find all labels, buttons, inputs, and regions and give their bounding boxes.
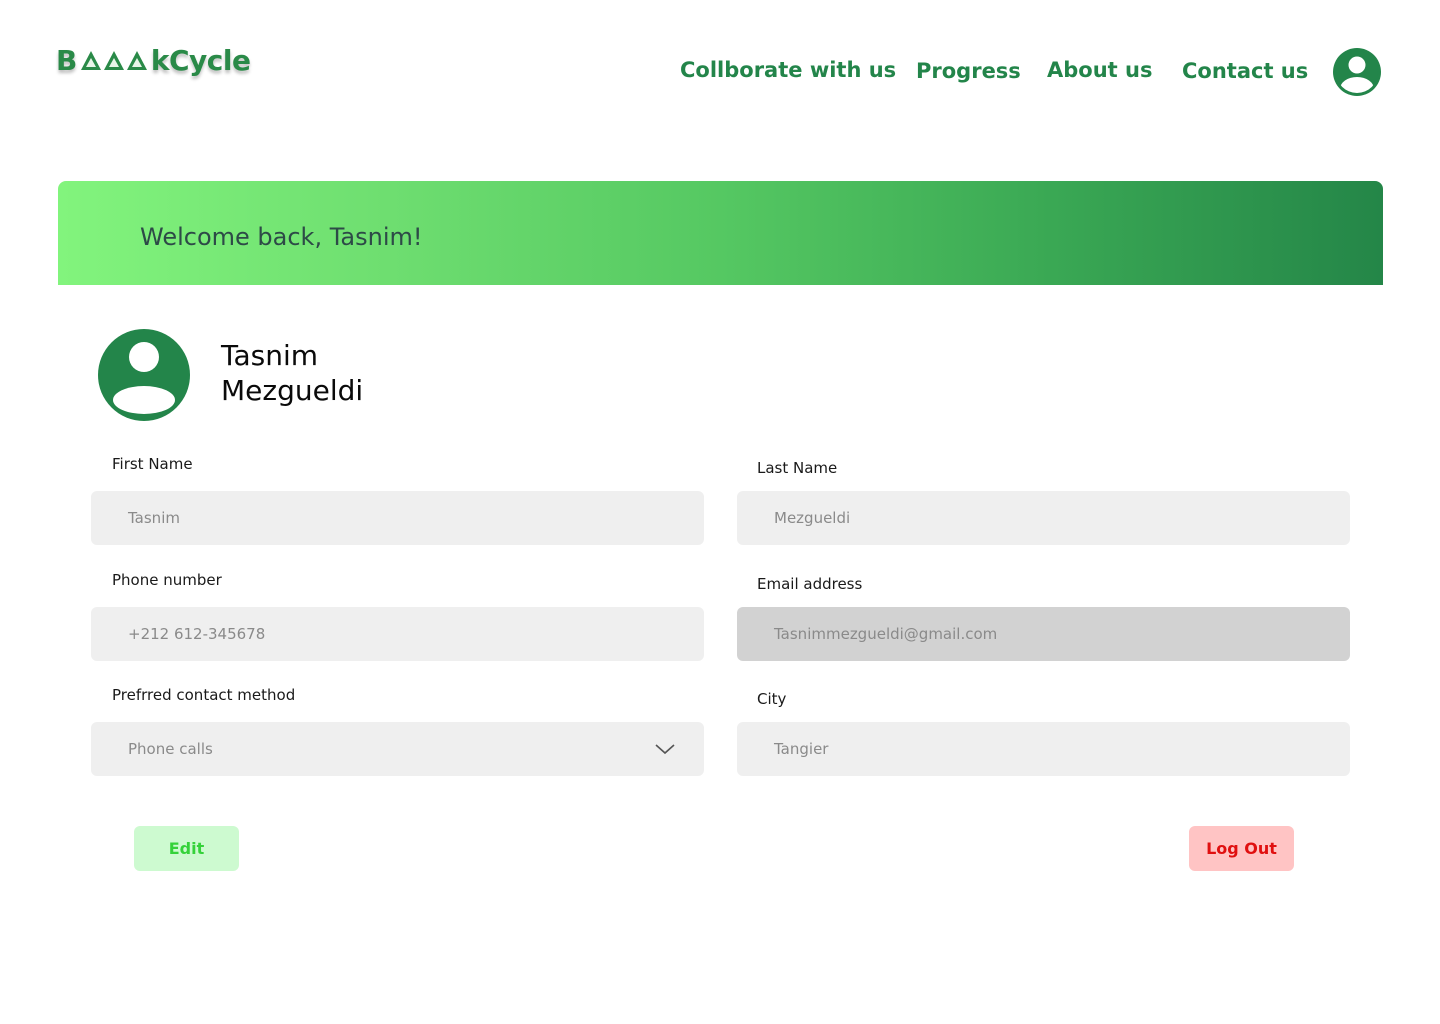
- logout-button[interactable]: Log Out: [1189, 826, 1294, 871]
- last-name-field[interactable]: Mezgueldi: [737, 491, 1350, 545]
- contact-method-label: Prefrred contact method: [112, 686, 296, 704]
- welcome-banner: Welcome back, Tasnim!: [58, 181, 1383, 285]
- first-name-label: First Name: [112, 455, 193, 473]
- profile-avatar: [97, 328, 191, 422]
- edit-button[interactable]: Edit: [134, 826, 239, 871]
- phone-label: Phone number: [112, 571, 222, 589]
- phone-field[interactable]: +212 612-345678: [91, 607, 704, 661]
- first-name-field[interactable]: Tasnim: [91, 491, 704, 545]
- email-field[interactable]: Tasnimmezgueldi@gmail.com: [737, 607, 1350, 661]
- user-circle-icon: [98, 329, 190, 421]
- nav-contact[interactable]: Contact us: [1182, 59, 1308, 83]
- profile-name: Tasnim Mezgueldi: [221, 338, 363, 408]
- logo-prefix: B: [56, 44, 77, 77]
- brand-logo[interactable]: B kCycle: [56, 44, 251, 77]
- last-name-label: Last Name: [757, 459, 838, 477]
- profile-first-name: Tasnim: [221, 339, 319, 372]
- profile-last-name: Mezgueldi: [221, 374, 364, 407]
- nav-collaborate[interactable]: Collborate with us: [680, 58, 896, 82]
- city-label: City: [757, 690, 787, 708]
- profile-menu-button[interactable]: [1331, 46, 1383, 98]
- email-label: Email address: [757, 575, 863, 593]
- chevron-down-icon: [655, 744, 675, 755]
- logo-suffix: kCycle: [150, 44, 251, 77]
- welcome-message: Welcome back, Tasnim!: [140, 223, 423, 251]
- recycle-icon: [80, 49, 149, 73]
- nav-about[interactable]: About us: [1047, 58, 1152, 82]
- city-field[interactable]: Tangier: [737, 722, 1350, 776]
- user-circle-icon: [1333, 48, 1381, 96]
- contact-method-value: Phone calls: [128, 740, 213, 758]
- nav-progress[interactable]: Progress: [916, 59, 1021, 83]
- contact-method-select[interactable]: Phone calls: [91, 722, 704, 776]
